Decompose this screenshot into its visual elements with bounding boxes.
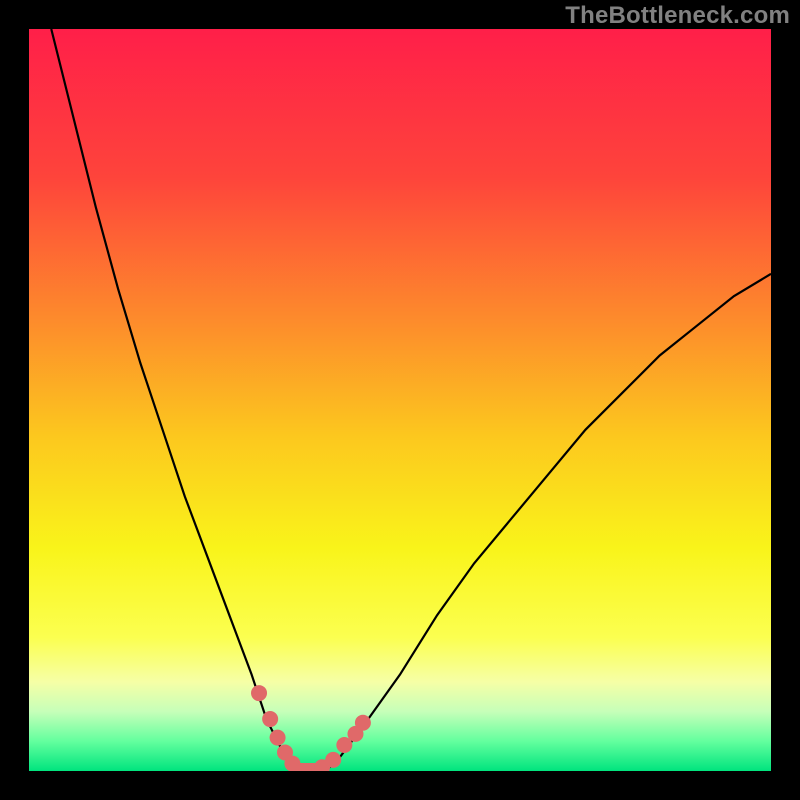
gradient-background — [29, 29, 771, 771]
highlight-dot — [251, 685, 267, 701]
chart-frame: TheBottleneck.com — [0, 0, 800, 800]
highlight-dot — [284, 756, 300, 771]
highlight-dot — [325, 752, 341, 768]
highlight-dot — [355, 715, 371, 731]
highlight-dot — [262, 711, 278, 727]
highlight-dot — [270, 730, 286, 746]
bottleneck-chart — [29, 29, 771, 771]
watermark-text: TheBottleneck.com — [565, 2, 790, 30]
